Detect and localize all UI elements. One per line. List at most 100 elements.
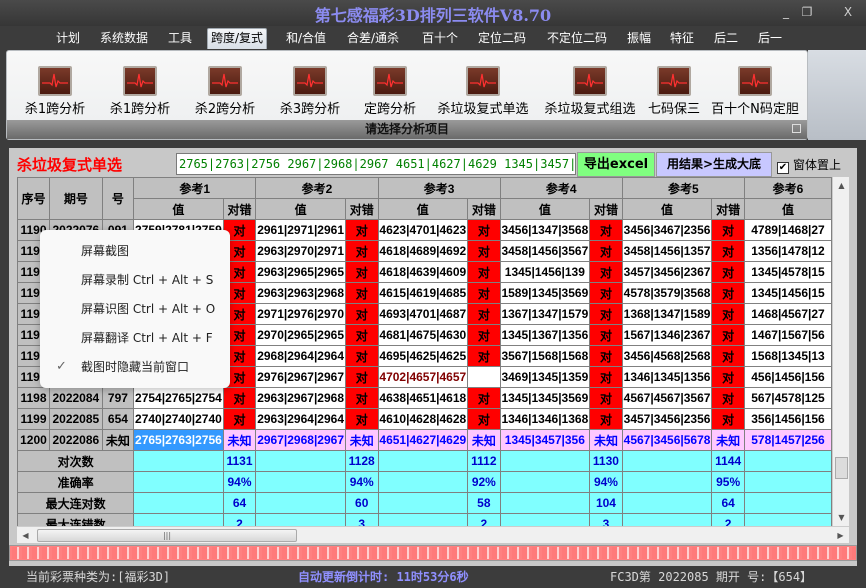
minimize-button[interactable]: _ <box>775 4 797 20</box>
cell-issue[interactable]: 2022085 <box>48 408 103 430</box>
cell-ref-value[interactable]: 2976|2967|2967 <box>255 366 346 388</box>
menu-fixed-two-code[interactable]: 定位二码 <box>475 29 529 50</box>
cell-ref-value[interactable]: 1345|1456|15 <box>743 282 832 304</box>
cell-ref-result[interactable]: 对 <box>711 387 745 409</box>
header-number[interactable]: 号 <box>101 177 135 220</box>
cell-ref-result[interactable]: 对 <box>467 324 501 346</box>
subheader-value[interactable]: 值 <box>133 198 224 220</box>
restore-button[interactable]: ❐ <box>796 4 818 20</box>
cell-ref-value[interactable]: 1589|1345|3569 <box>499 282 591 304</box>
result-field[interactable]: 2765|2763|2756 2967|2968|2967 4651|4627|… <box>176 153 576 175</box>
cell-ref-result[interactable]: 对 <box>467 261 501 283</box>
cell-ref-result[interactable]: 对 <box>467 303 501 325</box>
ctx-screen-record[interactable]: 屏幕录制 Ctrl + Alt + S <box>40 267 230 293</box>
header-issue[interactable]: 期号 <box>48 177 103 220</box>
cell-number[interactable]: 797 <box>101 387 135 409</box>
cell-ref-value[interactable]: 4618|4639|4609 <box>377 261 469 283</box>
cell-ref-value[interactable]: 1467|1567|56 <box>743 324 832 346</box>
cell-ref-value[interactable]: 1356|1478|12 <box>743 240 832 262</box>
cell-ref-value[interactable]: 4610|4628|4628 <box>377 408 469 430</box>
cell-ref-value[interactable]: 2961|2971|2961 <box>255 219 346 241</box>
cell-ref-result[interactable]: 对 <box>467 240 501 262</box>
cell-ref-value[interactable]: 2968|2964|2964 <box>255 345 346 367</box>
topmost-checkbox[interactable]: ✔ 窗体置上 <box>777 156 841 174</box>
table-row[interactable]: 1198 2022084 797 2754|2765|2754 对 2963|2967|2… <box>17 387 832 409</box>
cell-prediction-result[interactable]: 未知 <box>467 429 501 451</box>
cell-ref-result[interactable]: 对 <box>344 366 379 388</box>
cell-ref-result[interactable] <box>467 366 501 388</box>
cell-ref-value[interactable]: 1345|1456|139 <box>499 261 591 283</box>
cell-ref-result[interactable]: 对 <box>222 387 257 409</box>
ribbon-kill-junk-single[interactable]: 杀垃圾复式单选 <box>432 66 534 117</box>
subheader-value[interactable]: 值 <box>743 198 832 220</box>
cell-ref-value[interactable]: 1346|1346|1368 <box>499 408 591 430</box>
cell-ref-result[interactable]: 对 <box>344 282 379 304</box>
cell-ref-value[interactable]: 4638|4651|4618 <box>377 387 469 409</box>
cell-ref-value[interactable]: 1345|1345|3569 <box>499 387 591 409</box>
ribbon-kill1-span-1[interactable]: 杀1跨分析 <box>17 66 93 117</box>
cell-ref-result[interactable]: 对 <box>589 303 623 325</box>
cell-ref-result[interactable]: 对 <box>222 408 257 430</box>
cell-ref-value[interactable]: 3469|1345|1359 <box>499 366 591 388</box>
vertical-scrollbar[interactable]: ▲ ▼ <box>832 177 849 526</box>
subheader-result[interactable]: 对错 <box>711 198 745 220</box>
cell-ref-result[interactable]: 对 <box>344 219 379 241</box>
cell-ref-result[interactable]: 对 <box>589 240 623 262</box>
menu-plan[interactable]: 计划 <box>53 29 83 50</box>
cell-ref-value[interactable]: 4702|4657|4657 <box>377 366 469 388</box>
menu-span-compound[interactable]: 跨度/复式 <box>207 28 268 49</box>
cell-ref-result[interactable]: 对 <box>711 408 745 430</box>
cell-issue[interactable]: 2022084 <box>48 387 103 409</box>
prediction-row[interactable]: 1200 2022086 未知 2765|2763|2756 未知 2967|2968|2… <box>17 429 832 451</box>
cell-ref-value[interactable]: 4567|4567|3567 <box>621 387 713 409</box>
menu-amplitude[interactable]: 振幅 <box>624 29 654 50</box>
cell-prediction-value[interactable]: 4651|4627|4629 <box>377 429 469 451</box>
cell-ref-value[interactable]: 1345|1367|1356 <box>499 324 591 346</box>
cell-ref-result[interactable]: 对 <box>467 387 501 409</box>
cell-number[interactable]: 未知 <box>101 429 135 451</box>
ribbon-fixed-span[interactable]: 定跨分析 <box>357 66 423 117</box>
horizontal-scroll-thumb[interactable]: ||| <box>37 529 297 542</box>
ctx-screen-translate[interactable]: 屏幕翻译 Ctrl + Alt + F <box>40 325 230 351</box>
table-row[interactable]: 1199 2022085 654 2740|2740|2740 对 2963|2964|2… <box>17 408 832 430</box>
cell-ref-value[interactable]: 4623|4701|4623 <box>377 219 469 241</box>
menu-diff-kill[interactable]: 合差/通杀 <box>344 29 402 50</box>
subheader-value[interactable]: 值 <box>499 198 591 220</box>
cell-ref-value[interactable]: 356|1456|156 <box>743 408 832 430</box>
cell-ref-value[interactable]: 1345|4578|15 <box>743 261 832 283</box>
cell-seq[interactable]: 1199 <box>17 408 50 430</box>
cell-ref-value[interactable]: 4789|1468|27 <box>743 219 832 241</box>
dialog-launcher-icon[interactable] <box>792 124 801 133</box>
vertical-scroll-thumb[interactable] <box>835 457 848 479</box>
subheader-result[interactable]: 对错 <box>589 198 623 220</box>
cell-ref-value[interactable]: 1567|1346|2367 <box>621 324 713 346</box>
cell-ref-value[interactable]: 2963|2963|2968 <box>255 282 346 304</box>
scroll-down-icon[interactable]: ▼ <box>833 509 850 526</box>
cell-ref-value[interactable]: 2963|2965|2965 <box>255 261 346 283</box>
cell-ref-value[interactable]: 567|4578|125 <box>743 387 832 409</box>
horizontal-scrollbar[interactable]: ◀ ||| ▶ <box>17 526 849 543</box>
cell-prediction-result[interactable]: 未知 <box>344 429 379 451</box>
cell-ref-value[interactable]: 1568|1345|13 <box>743 345 832 367</box>
subheader-result[interactable]: 对错 <box>344 198 379 220</box>
cell-ref-result[interactable]: 对 <box>589 219 623 241</box>
cell-ref-result[interactable]: 对 <box>711 366 745 388</box>
cell-prediction-value[interactable]: 578|1457|256 <box>743 429 832 451</box>
cell-ref-value[interactable]: 1346|1345|1356 <box>621 366 713 388</box>
ribbon-kill-junk-group[interactable]: 杀垃圾复式组选 <box>539 66 641 117</box>
cell-number[interactable]: 654 <box>101 408 135 430</box>
cell-ref-value[interactable]: 2963|2967|2968 <box>255 387 346 409</box>
menu-hundreds-tens-units[interactable]: 百十个 <box>419 29 461 50</box>
export-excel-button[interactable]: 导出excel <box>577 152 655 177</box>
header-ref2[interactable]: 参考2 <box>255 177 379 199</box>
cell-ref-result[interactable]: 对 <box>589 387 623 409</box>
cell-prediction-value[interactable]: 2765|2763|2756 <box>133 429 224 451</box>
cell-ref-result[interactable]: 对 <box>711 345 745 367</box>
ctx-hide-window[interactable]: ✓ 截图时隐藏当前窗口 <box>40 354 230 380</box>
header-ref6[interactable]: 参考6 <box>743 177 832 199</box>
cell-ref-value[interactable]: 2971|2976|2970 <box>255 303 346 325</box>
cell-ref-value[interactable]: 2963|2970|2971 <box>255 240 346 262</box>
menu-unfixed-two-code[interactable]: 不定位二码 <box>544 29 610 50</box>
cell-seq[interactable]: 1200 <box>17 429 50 451</box>
cell-ref-value[interactable]: 2963|2964|2964 <box>255 408 346 430</box>
